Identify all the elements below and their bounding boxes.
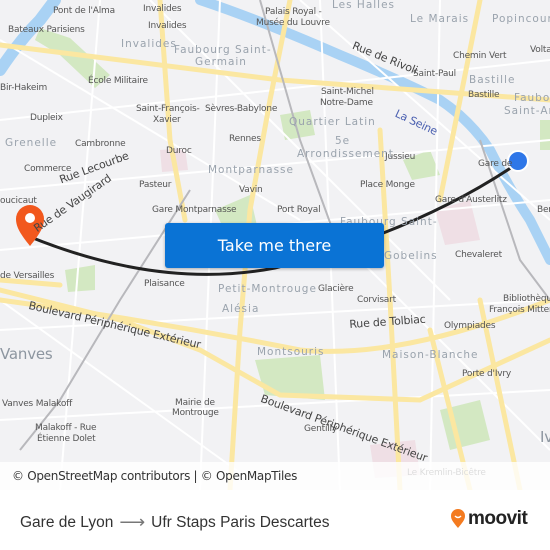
moovit-logo[interactable]: moovit bbox=[450, 508, 528, 530]
map-label: Faubourg Saint- bbox=[174, 44, 272, 56]
map-label: Bibliothèque bbox=[503, 294, 550, 304]
map-label: Xavier bbox=[153, 115, 181, 125]
origin-name: Gare de Lyon bbox=[20, 513, 114, 531]
map-label: Faubou bbox=[514, 92, 550, 104]
map-label: Bastille bbox=[469, 74, 516, 86]
map-label: Jussieu bbox=[385, 152, 416, 162]
map-label: oucicaut bbox=[0, 196, 37, 206]
map-label: Montrouge bbox=[172, 408, 219, 418]
map-label: Gentilly bbox=[304, 424, 337, 434]
map-label: Porte d'Ivry bbox=[462, 369, 512, 379]
map-label: Quartier Latin bbox=[289, 116, 376, 128]
map-label: Gare Montparnasse bbox=[152, 205, 237, 215]
map-label: Le Marais bbox=[410, 13, 470, 25]
map-label: Germain bbox=[195, 56, 247, 68]
map-label: Bir-Hakeim bbox=[0, 83, 48, 93]
map-label: 5e bbox=[335, 135, 351, 147]
map-label: Cambronne bbox=[75, 139, 126, 149]
map-label: Saint-Michel bbox=[321, 87, 374, 97]
map-label: François Mitter bbox=[489, 305, 550, 315]
map-label: Pasteur bbox=[139, 180, 172, 190]
map-label: Dupleix bbox=[30, 113, 63, 123]
map-label: de Versailles bbox=[0, 271, 55, 281]
map-label: Alésia bbox=[222, 303, 260, 315]
map-label: Volta bbox=[530, 45, 550, 55]
map-label: Vanves bbox=[0, 345, 53, 363]
map-view[interactable]: Pont de l'Alma Invalides Invalides Bateaux … bbox=[0, 0, 550, 490]
map-label: Plaisance bbox=[144, 279, 185, 289]
arrow-right-icon: ⟶ bbox=[119, 512, 146, 532]
map-label: Glacière bbox=[318, 284, 354, 294]
map-label: Saint-Ant bbox=[504, 105, 550, 117]
map-label: Saint-Paul bbox=[413, 69, 456, 79]
map-label: Popincourt bbox=[492, 13, 550, 25]
route-title: Gare de Lyon ⟶ Ufr Staps Paris Descartes bbox=[20, 512, 329, 533]
map-label: Étienne Dolet bbox=[37, 434, 96, 444]
map-label: Maison-Blanche bbox=[382, 349, 479, 361]
map-label: Rennes bbox=[229, 134, 261, 144]
map-label: Place Monge bbox=[360, 180, 415, 190]
footer-bar: Gare de Lyon ⟶ Ufr Staps Paris Descartes… bbox=[0, 490, 550, 550]
map-label: Gare d'Austerlitz bbox=[435, 195, 507, 205]
moovit-pin-icon bbox=[451, 509, 465, 528]
map-label: Bastille bbox=[468, 90, 500, 100]
map-label: Musée du Louvre bbox=[256, 18, 330, 28]
map-label: Invalides bbox=[121, 38, 177, 50]
moovit-wordmark: moovit bbox=[468, 508, 528, 529]
map-label: Grenelle bbox=[5, 137, 58, 149]
map-label: Chemin Vert bbox=[453, 51, 507, 61]
map-label: Olympiades bbox=[444, 321, 496, 331]
map-attribution: © OpenStreetMap contributors | © OpenMap… bbox=[0, 462, 550, 490]
map-label: Gare de bbox=[478, 159, 513, 169]
map-label: Petit-Montrouge bbox=[218, 283, 317, 295]
map-label: Montparnasse bbox=[208, 164, 294, 176]
take-me-there-button[interactable]: Take me there bbox=[165, 223, 384, 268]
map-label: Saint-François- bbox=[136, 104, 200, 114]
map-label: Port Royal bbox=[277, 205, 321, 215]
map-label: Chevaleret bbox=[455, 250, 502, 260]
map-label: Notre-Dame bbox=[320, 98, 373, 108]
map-label: Duroc bbox=[166, 146, 192, 156]
map-label: Bateaux Parisiens bbox=[8, 25, 85, 35]
map-label: Corvisart bbox=[357, 295, 396, 305]
attribution-text[interactable]: © OpenStreetMap contributors | © OpenMap… bbox=[12, 469, 297, 483]
map-label: Arrondissement bbox=[297, 148, 394, 160]
map-label: Les Halles bbox=[332, 0, 396, 11]
map-label: Ber bbox=[537, 205, 550, 215]
map-label: Palais Royal - bbox=[265, 7, 322, 17]
map-label: Sèvres-Babylone bbox=[205, 104, 278, 114]
map-label: Malakoff - Rue bbox=[35, 423, 97, 433]
map-label: Invalides bbox=[143, 4, 182, 14]
map-label: Vanves Malakoff bbox=[2, 399, 73, 409]
map-label: Invalides bbox=[148, 21, 187, 31]
map-label: Montsouris bbox=[257, 346, 325, 358]
map-label: Iv bbox=[540, 428, 550, 446]
map-label: Pont de l'Alma bbox=[53, 6, 115, 16]
map-label: École Militaire bbox=[88, 76, 148, 86]
destination-name: Ufr Staps Paris Descartes bbox=[151, 513, 330, 531]
map-label: Mairie de bbox=[175, 398, 215, 408]
map-label: Vavin bbox=[239, 185, 263, 195]
map-label: Gobelins bbox=[384, 250, 438, 262]
